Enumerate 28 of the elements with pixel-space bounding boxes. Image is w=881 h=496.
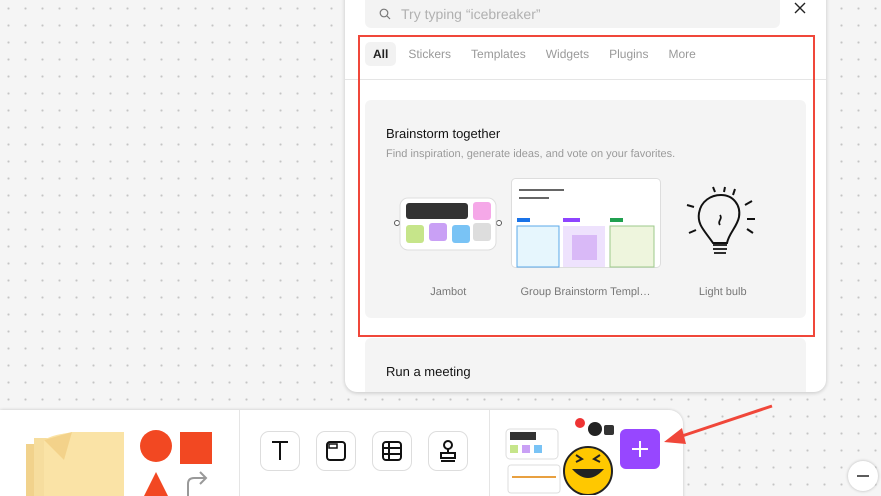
section-description: Find inspiration, generate ideas, and vote on your favorites. — [386, 148, 676, 160]
item-label: Group Brainstorm Templ… — [520, 286, 650, 298]
minus-icon — [857, 475, 869, 477]
plus-icon — [631, 440, 649, 458]
category-tab[interactable]: All — [365, 42, 396, 66]
item-label: Light bulb — [698, 286, 747, 298]
section-tool-button[interactable] — [316, 431, 356, 471]
category-tab[interactable]: Stickers — [400, 42, 460, 66]
stamp-icon — [438, 439, 458, 463]
section-title: Run a meeting — [386, 364, 472, 379]
category-tab[interactable]: Plugins — [601, 42, 656, 66]
category-tab[interactable]: Widgets — [538, 42, 598, 66]
category-tab[interactable]: More — [660, 42, 704, 66]
zoom-out-button[interactable] — [848, 461, 878, 491]
text-icon — [270, 440, 290, 462]
category-tab[interactable]: Templates — [463, 42, 534, 66]
section-title: Brainstorm together — [386, 126, 502, 141]
close-icon[interactable] — [794, 2, 806, 14]
item-label: Jambot — [430, 286, 466, 298]
text-tool-button[interactable] — [260, 431, 300, 471]
table-tool-button[interactable] — [372, 431, 412, 471]
add-button[interactable] — [620, 429, 660, 469]
template-thumbnail-drawing[interactable] — [510, 178, 660, 268]
section-icon — [325, 440, 347, 462]
table-icon — [381, 440, 403, 462]
stamp-tool-button[interactable] — [428, 431, 468, 471]
search-field[interactable]: Try typing “icebreaker” — [365, 0, 780, 28]
search-icon — [379, 8, 391, 20]
